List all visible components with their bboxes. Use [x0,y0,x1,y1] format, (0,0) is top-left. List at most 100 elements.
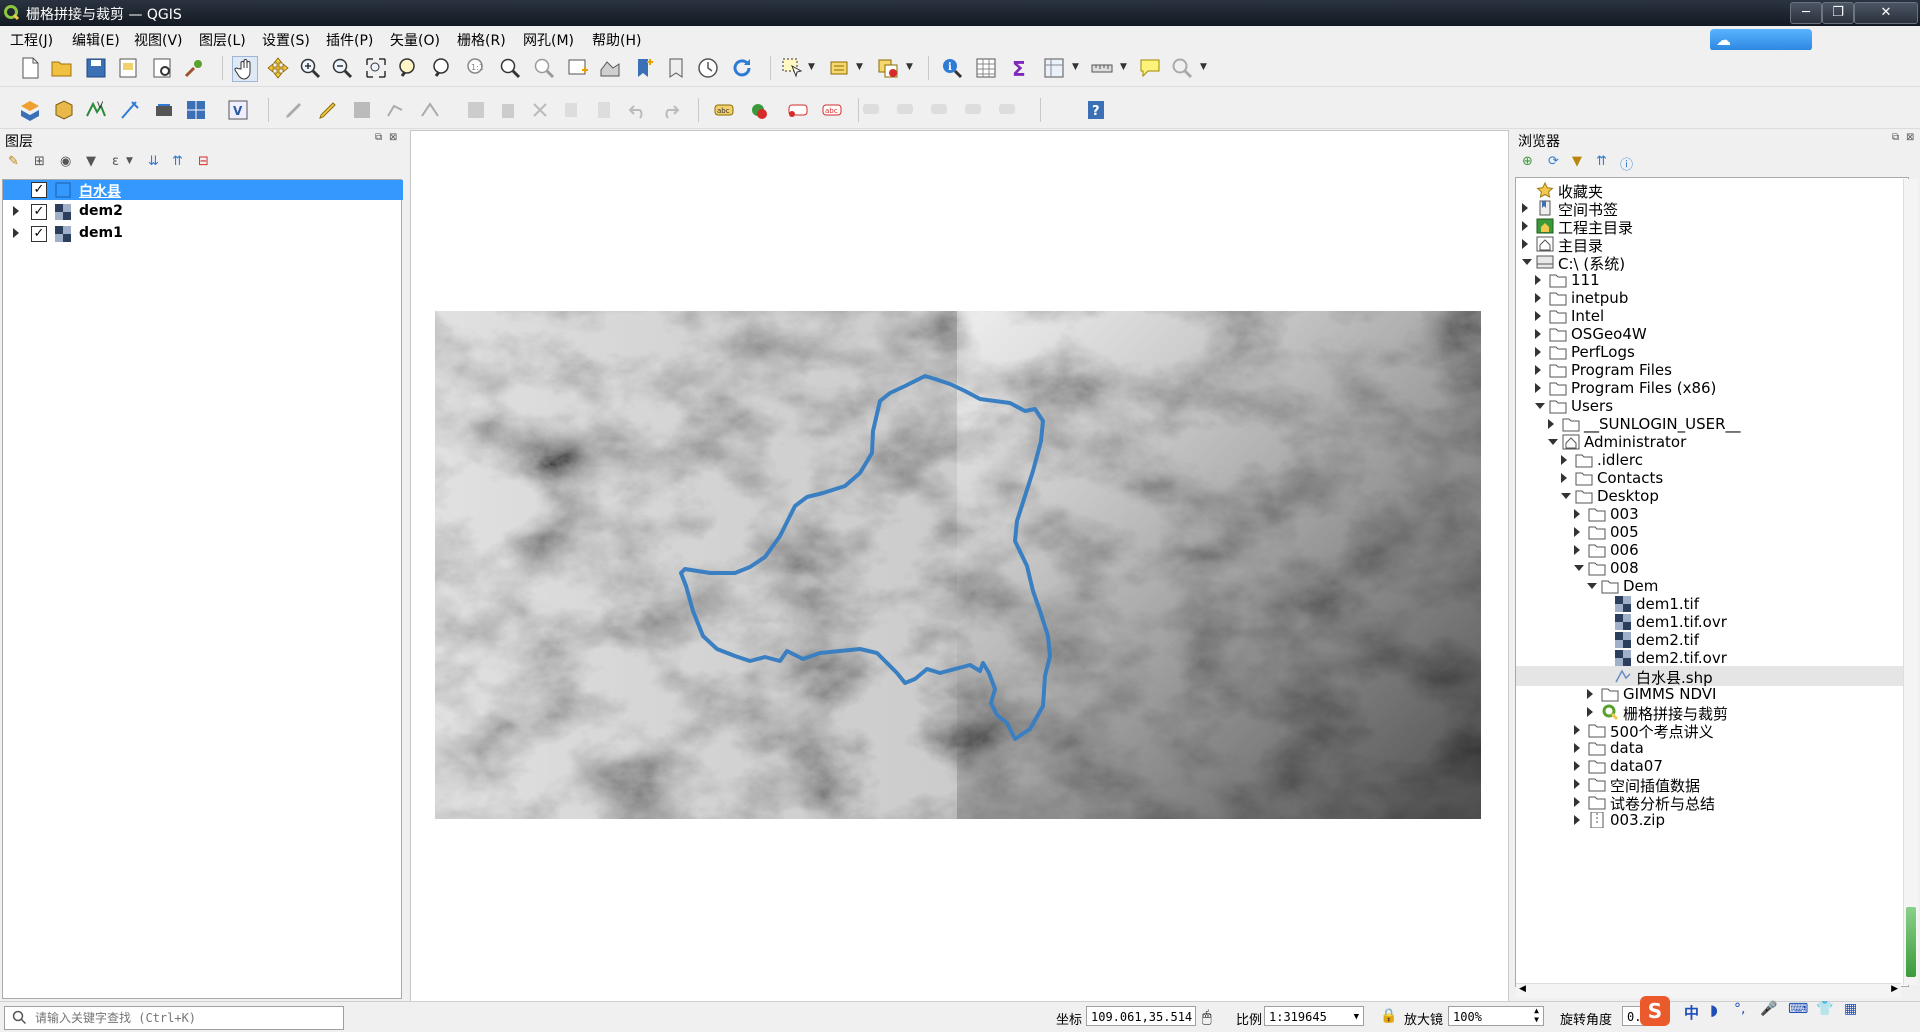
highlight-labels-icon[interactable]: abc [820,98,844,122]
temporal-controller-icon[interactable] [696,56,720,80]
new-3d-view-icon[interactable] [598,56,622,80]
refresh-icon[interactable] [730,56,754,80]
expand-arrow-icon[interactable] [1574,545,1580,555]
browser-vertical-scrollbar[interactable] [1903,179,1918,985]
menu-layer[interactable]: 图层(L) [199,30,246,50]
sogou-ime-icon[interactable]: S [1640,996,1670,1026]
browser-item[interactable]: dem2.tif.ovr [1516,648,1908,668]
add-group-icon[interactable]: ⊞ [34,154,45,169]
expand-arrow-icon[interactable] [1574,761,1580,771]
ime-mode-label[interactable]: 中 [1684,1002,1699,1023]
zoom-full-icon[interactable] [364,56,388,80]
browser-item[interactable]: 003.zip [1516,810,1908,830]
layer-visibility-checkbox[interactable]: ✓ [31,182,47,198]
browser-item[interactable]: dem1.tif [1516,594,1908,614]
zoom-native-icon[interactable]: 1:1 [464,56,488,80]
browser-item[interactable]: .idlerc [1516,450,1908,470]
add-feature-icon[interactable] [384,98,408,122]
browser-item[interactable]: 栅格拼接与裁剪 [1516,702,1908,723]
browser-item[interactable]: 005 [1516,522,1908,542]
copy-features-icon[interactable] [560,98,584,122]
new-geopackage-layer-icon[interactable] [52,98,76,122]
style-manager-icon[interactable] [182,56,206,80]
browser-item[interactable]: GIMMS NDVI [1516,684,1908,704]
redo-icon[interactable] [658,98,682,122]
help-icon[interactable]: ? [1084,98,1108,122]
open-project-icon[interactable] [50,56,74,80]
browser-item[interactable]: Contacts [1516,468,1908,488]
layout-manager-icon[interactable] [150,56,174,80]
menu-project[interactable]: 工程(J) [10,30,53,50]
expand-arrow-icon[interactable] [1574,725,1580,735]
scale-dropdown-arrow[interactable]: ▼ [1354,1007,1359,1027]
layer-row-dem1[interactable]: ✓ dem1 [3,224,401,244]
expand-arrow-icon[interactable] [1535,329,1541,339]
collapse-arrow-icon[interactable] [1548,439,1558,445]
browser-item[interactable]: 空间书签 [1516,198,1908,219]
locator-input[interactable] [33,1008,337,1028]
zoom-to-layer-icon[interactable] [430,56,454,80]
menu-settings[interactable]: 设置(S) [262,30,310,50]
scroll-left-arrow[interactable]: ◀ [1519,984,1526,994]
layer-visibility-checkbox[interactable]: ✓ [31,226,47,242]
dem-raster-map[interactable] [435,311,1481,819]
browser-item[interactable]: 收藏夹 [1516,180,1908,201]
deselect-dropdown-arrow[interactable]: ▼ [906,62,913,72]
keyboard-icon[interactable]: ⌨ [1788,1001,1808,1017]
close-button[interactable]: ✕ [1854,2,1918,24]
toolbox-icon[interactable]: ▦ [1844,1001,1857,1017]
new-temporary-layer-icon[interactable] [118,98,142,122]
browser-item[interactable]: 空间插值数据 [1516,774,1908,795]
expand-arrow-icon[interactable] [1587,707,1593,717]
select-dropdown-arrow[interactable]: ▼ [808,62,815,72]
collapse-arrow-icon[interactable] [1561,493,1571,499]
add-selected-layers-icon[interactable]: ⊕ [1522,154,1533,169]
zoom-to-selection-icon[interactable] [396,56,420,80]
panel-float-icon[interactable]: ⧉ [1892,132,1899,143]
pan-to-selection-icon[interactable] [266,56,290,80]
filter-legend-icon[interactable]: ▼ [86,154,96,169]
expand-arrow-icon[interactable] [13,206,19,216]
new-mesh-layer-icon[interactable] [184,98,208,122]
select-value-dropdown-arrow[interactable]: ▼ [856,62,863,72]
current-edits-icon[interactable] [282,98,306,122]
browser-item[interactable]: 工程主目录 [1516,216,1908,237]
browser-item[interactable]: 500个考点讲义 [1516,720,1908,741]
expand-arrow-icon[interactable] [1535,347,1541,357]
zoom-in-icon[interactable] [298,56,322,80]
expand-arrow-icon[interactable] [1574,815,1580,825]
expand-arrow-icon[interactable] [1574,527,1580,537]
show-hide-label-icon[interactable] [962,98,986,122]
remove-layer-icon[interactable]: ⊟ [198,154,209,169]
expand-arrow-icon[interactable] [1535,275,1541,285]
collapse-all-icon[interactable]: ⇈ [172,154,183,169]
browser-item[interactable]: 006 [1516,540,1908,560]
browser-collapse-icon[interactable]: ⇈ [1596,154,1607,169]
expand-arrow-icon[interactable] [1561,455,1567,465]
attributes-dropdown-arrow[interactable]: ▼ [1072,62,1079,72]
menu-edit[interactable]: 编辑(E) [72,30,120,50]
browser-item[interactable]: Intel [1516,306,1908,326]
data-source-manager-icon[interactable] [18,98,42,122]
menu-raster[interactable]: 栅格(R) [457,30,506,50]
scrollbar-thumb[interactable] [1906,907,1916,977]
magnifier-spinbox[interactable]: 100% ▲ ▼ [1448,1006,1544,1026]
browser-item[interactable]: Program Files (x86) [1516,378,1908,398]
maximize-button[interactable]: ❐ [1822,2,1854,24]
collapse-arrow-icon[interactable] [1535,403,1545,409]
coordinate-field[interactable]: 109.061,35.514 [1086,1006,1196,1026]
expand-arrow-icon[interactable] [1535,311,1541,321]
menu-help[interactable]: 帮助(H) [592,30,641,50]
browser-item[interactable]: 白水县.shp [1516,666,1908,687]
panel-float-icon[interactable]: ⧉ [375,132,382,143]
select-by-value-icon[interactable] [828,56,852,80]
browser-item[interactable]: dem2.tif [1516,630,1908,650]
show-bookmarks-icon[interactable] [664,56,688,80]
collapse-arrow-icon[interactable] [1522,259,1532,265]
measure-line-icon[interactable] [1090,56,1114,80]
browser-item[interactable]: PerfLogs [1516,342,1908,362]
locator-dropdown-arrow[interactable]: ▼ [1200,62,1207,72]
expand-arrow-icon[interactable] [1535,293,1541,303]
expand-arrow-icon[interactable] [1535,383,1541,393]
expand-arrow-icon[interactable] [1548,419,1554,429]
